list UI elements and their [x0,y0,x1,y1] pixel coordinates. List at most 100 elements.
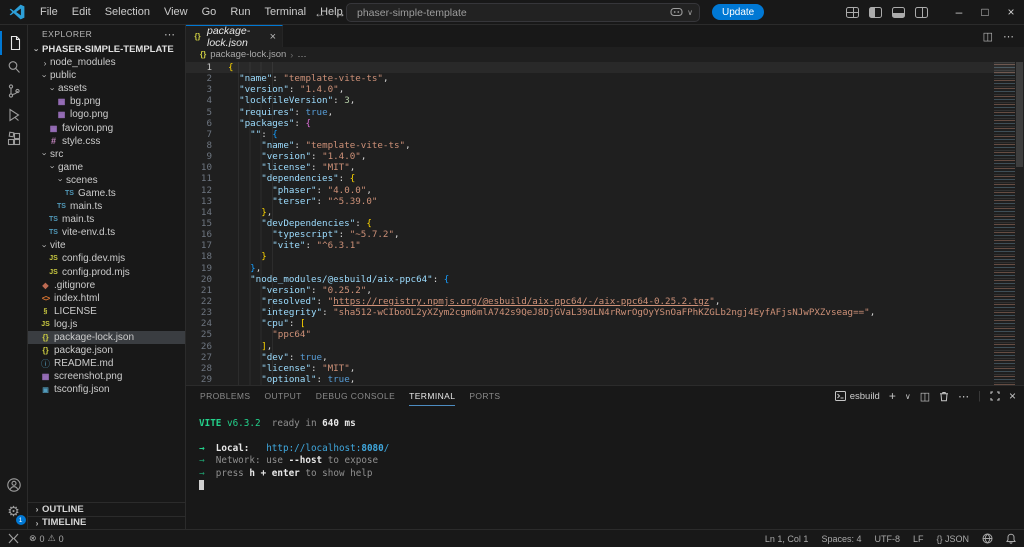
panel-tab-output[interactable]: OUTPUT [264,386,301,406]
code-line[interactable]: 24 "cpu": [ [186,318,994,329]
account-icon[interactable] [0,473,28,497]
new-terminal-icon[interactable]: + [889,389,896,403]
back-icon[interactable]: ← [314,6,326,20]
toggle-sidebar-icon[interactable] [869,7,882,18]
explorer-more-icon[interactable]: ⋯ [164,28,175,41]
code-line[interactable]: 13 "terser": "^5.39.0" [186,196,994,207]
source-control-icon[interactable] [0,79,28,103]
localhost-link[interactable]: / [384,443,390,454]
breadcrumb-file[interactable]: package-lock.json [210,49,286,60]
code-line[interactable]: 2 "name": "template-vite-ts", [186,73,994,84]
tree-item-log.js[interactable]: JSlog.js [28,318,185,331]
tree-item-scenes[interactable]: ›scenes [28,174,185,187]
maximize-button[interactable]: □ [972,5,998,19]
close-panel-icon[interactable]: × [1009,389,1016,403]
menu-file[interactable]: File [33,3,65,21]
toggle-panel-icon[interactable] [892,7,905,18]
terminal-dropdown-icon[interactable]: ∨ [905,392,911,401]
tree-item-config.dev.mjs[interactable]: JSconfig.dev.mjs [28,252,185,265]
forward-icon[interactable]: → [334,6,346,20]
code-line[interactable]: 10 "license": "MIT", [186,162,994,173]
section-timeline[interactable]: ›TIMELINE [28,516,185,530]
split-editor-icon[interactable]: ◫ [983,30,993,43]
tree-item-config.prod.mjs[interactable]: JSconfig.prod.mjs [28,266,185,279]
toggle-secondary-sidebar-icon[interactable] [915,7,928,18]
localhost-link[interactable]: 8080 [361,443,383,454]
code-line[interactable]: 11 "dependencies": { [186,173,994,184]
code-line[interactable]: 5 "requires": true, [186,107,994,118]
browser-globe-icon[interactable] [982,533,993,544]
code-line[interactable]: 4 "lockfileVersion": 3, [186,95,994,106]
breadcrumb-symbol[interactable]: … [297,49,307,60]
tree-item-tsconfig.json[interactable]: ▣tsconfig.json [28,383,185,396]
tree-item-favicon.png[interactable]: ▦favicon.png [28,121,185,134]
code-line[interactable]: 16 "typescript": "~5.7.2", [186,229,994,240]
code-line[interactable]: 28 "license": "MIT", [186,363,994,374]
code-line[interactable]: 19 }, [186,263,994,274]
search-icon[interactable] [0,55,28,79]
status-utf-8[interactable]: UTF-8 [874,534,900,544]
code-line[interactable]: 17 "vite": "^6.3.1" [186,240,994,251]
run-debug-icon[interactable] [0,103,28,127]
tree-item-style.css[interactable]: #style.css [28,135,185,148]
status-lf[interactable]: LF [913,534,924,544]
code-line[interactable]: 7 "": { [186,129,994,140]
maximize-panel-icon[interactable] [990,391,1000,401]
code-line[interactable]: 22 "resolved": "https://registry.npmjs.o… [186,296,994,307]
panel-tab-problems[interactable]: PROBLEMS [200,386,250,406]
panel-tab-debug-console[interactable]: DEBUG CONSOLE [316,386,395,406]
code-line[interactable]: 27 "dev": true, [186,352,994,363]
tree-item-public[interactable]: ›public [28,69,185,82]
panel-more-icon[interactable]: ⋯ [958,390,969,403]
tree-item-Game.ts[interactable]: TSGame.ts [28,187,185,200]
code-line[interactable]: 26 ], [186,341,994,352]
tree-root-folder[interactable]: › PHASER-SIMPLE-TEMPLATE [28,43,185,56]
menu-selection[interactable]: Selection [98,3,157,21]
tree-item-node_modules[interactable]: ›node_modules [28,56,185,69]
status-spaces-4[interactable]: Spaces: 4 [821,534,861,544]
minimize-button[interactable]: – [946,5,972,19]
tree-item-logo.png[interactable]: ▦logo.png [28,108,185,121]
tree-item-assets[interactable]: ›assets [28,82,185,95]
localhost-link[interactable]: http://localhost: [266,443,361,454]
status-ln-1-col-1[interactable]: Ln 1, Col 1 [765,534,809,544]
tree-item-LICENSE[interactable]: §LICENSE [28,305,185,318]
tree-item-bg.png[interactable]: ▦bg.png [28,95,185,108]
editor-more-icon[interactable]: ⋯ [1003,30,1014,43]
code-line[interactable]: 20 "node_modules/@esbuild/aix-ppc64": { [186,274,994,285]
update-button[interactable]: Update [712,4,764,20]
tree-item-game[interactable]: ›game [28,161,185,174]
tree-item-README.md[interactable]: ⓘREADME.md [28,357,185,370]
code-line[interactable]: 23 "integrity": "sha512-wCIboOL2yXZym2cg… [186,307,994,318]
tree-item-src[interactable]: ›src [28,148,185,161]
code-line[interactable]: 18 } [186,251,994,262]
split-terminal-icon[interactable]: ◫ [920,390,930,403]
terminal-output[interactable]: VITE v6.3.2 ready in 640 ms → Local: htt… [186,406,1024,529]
settings-gear-icon[interactable]: ⚙ 1 [0,497,28,525]
resolved-url-link[interactable]: https://registry.npmjs.org/@esbuild/aix-… [333,296,709,307]
breadcrumb[interactable]: {} package-lock.json › … [186,47,1024,62]
tree-item-main.ts[interactable]: TSmain.ts [28,200,185,213]
section-outline[interactable]: ›OUTLINE [28,502,185,516]
status--json[interactable]: {} JSON [936,534,969,544]
notifications-bell-icon[interactable] [1006,533,1016,544]
customize-layout-icon[interactable] [846,7,859,18]
terminal-instance[interactable]: esbuild [835,391,880,402]
code-line[interactable]: 1{ [186,62,994,73]
menu-terminal[interactable]: Terminal [258,3,314,21]
remote-indicator-icon[interactable] [8,533,19,544]
tree-item-package-lock.json[interactable]: {}package-lock.json [28,331,185,344]
tree-item-package.json[interactable]: {}package.json [28,344,185,357]
code-line[interactable]: 15 "devDependencies": { [186,218,994,229]
code-line[interactable]: 29 "optional": true, [186,374,994,385]
extensions-icon[interactable] [0,127,28,151]
tree-item-vite[interactable]: ›vite [28,239,185,252]
menu-run[interactable]: Run [223,3,257,21]
command-center[interactable]: phaser-simple-template ∨ [346,3,700,22]
scrollbar-thumb[interactable] [1016,62,1023,167]
panel-tab-terminal[interactable]: TERMINAL [409,386,455,406]
minimap[interactable] [994,62,1015,385]
tree-item-main.ts[interactable]: TSmain.ts [28,213,185,226]
tree-item-screenshot.png[interactable]: ▦screenshot.png [28,370,185,383]
code-line[interactable]: 21 "version": "0.25.2", [186,285,994,296]
